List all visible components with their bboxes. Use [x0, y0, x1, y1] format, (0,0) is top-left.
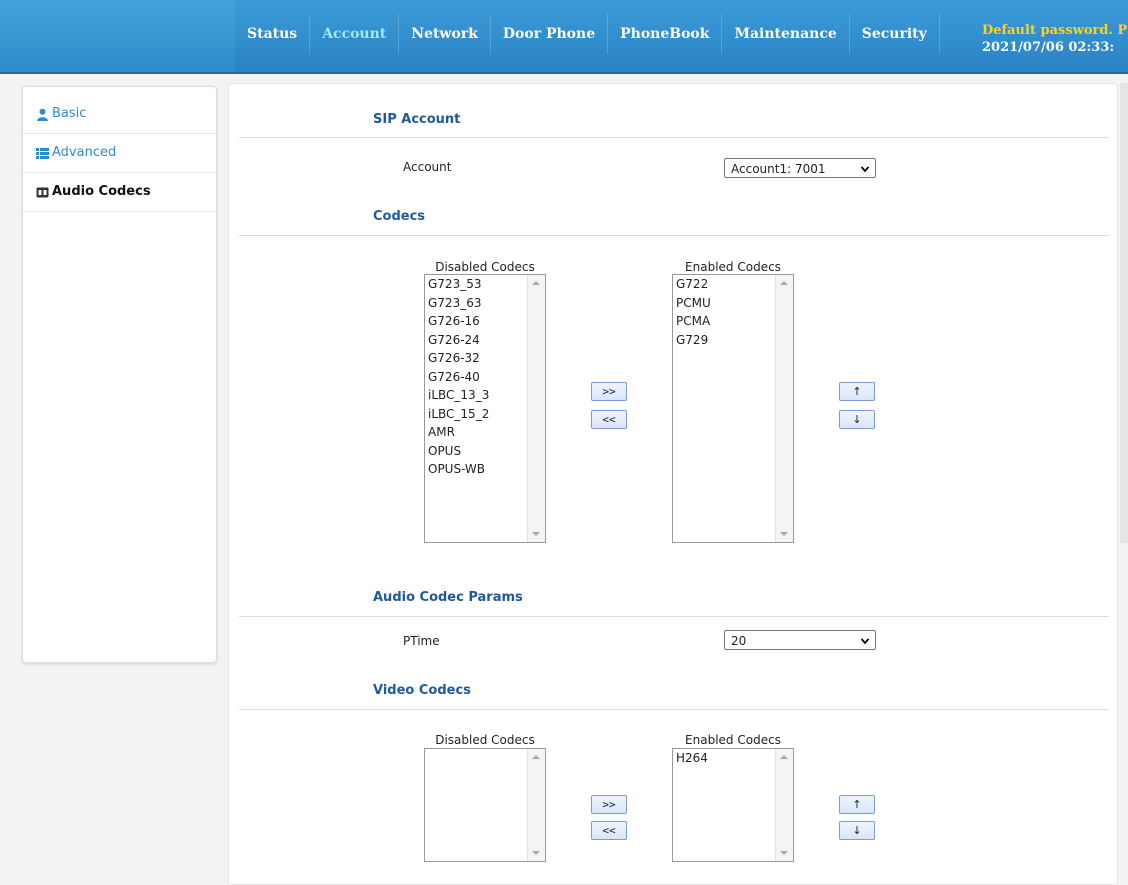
video-codecs-title: Video Codecs: [373, 683, 471, 698]
sip-account-title: SIP Account: [373, 112, 461, 127]
listbox-scrollbar[interactable]: [527, 275, 545, 542]
chevron-down-icon: [861, 638, 869, 645]
ptime-select[interactable]: 20: [724, 630, 876, 650]
video-move-up-button[interactable]: ↑: [839, 795, 875, 814]
sidebar-item-audio-codecs[interactable]: Audio Codecs: [23, 173, 216, 212]
video-disabled-codecs-list[interactable]: [424, 748, 546, 862]
divider: [239, 616, 1109, 617]
divider: [239, 235, 1109, 236]
codec-icon: [35, 185, 49, 199]
disabled-codecs-caption: Disabled Codecs: [435, 260, 535, 274]
scroll-down-icon: [780, 532, 788, 536]
disabled-codecs-list[interactable]: G723_53 G723_63 G726-16 G726-24 G726-32 G726-…: [424, 274, 546, 543]
move-down-button[interactable]: ↓: [839, 410, 875, 429]
sidebar-item-label: Basic: [52, 106, 87, 121]
sidebar-item-label: Audio Codecs: [52, 184, 151, 199]
ptime-select-value: 20: [731, 634, 747, 648]
main-panel: SIP Account Account Account1: 7001 Codec…: [228, 83, 1118, 885]
system-datetime: 2021/07/06 02:33:: [982, 40, 1115, 55]
sidebar-item-label: Advanced: [52, 145, 117, 160]
video-move-to-disabled-button[interactable]: <<: [591, 821, 627, 840]
account-select[interactable]: Account1: 7001: [724, 158, 876, 178]
listbox-scrollbar[interactable]: [775, 275, 793, 542]
nav-maintenance[interactable]: Maintenance: [722, 14, 850, 54]
video-move-down-button[interactable]: ↓: [839, 821, 875, 840]
page-scrollbar[interactable]: [1120, 83, 1128, 543]
scroll-up-icon: [532, 281, 540, 285]
nav-status[interactable]: Status: [235, 14, 311, 54]
nav-phonebook[interactable]: PhoneBook: [608, 14, 723, 54]
scroll-down-icon: [532, 532, 540, 536]
divider: [239, 137, 1109, 138]
chevron-down-icon: [861, 166, 869, 173]
nav-security[interactable]: Security: [850, 14, 940, 54]
list-icon: [35, 146, 49, 160]
ptime-label: PTime: [403, 634, 440, 648]
video-enabled-codecs-caption: Enabled Codecs: [685, 733, 781, 747]
scroll-down-icon: [780, 851, 788, 855]
move-to-disabled-button[interactable]: <<: [591, 410, 627, 429]
top-bar: Status Account Network Door Phone PhoneB…: [0, 0, 1128, 74]
logo-area: [0, 0, 235, 72]
sidebar-item-advanced[interactable]: Advanced: [23, 134, 216, 173]
codecs-title: Codecs: [373, 209, 426, 224]
enabled-codecs-caption: Enabled Codecs: [685, 260, 781, 274]
video-move-to-enabled-button[interactable]: >>: [591, 795, 627, 814]
divider: [239, 709, 1109, 710]
video-disabled-codecs-caption: Disabled Codecs: [435, 733, 535, 747]
account-label: Account: [403, 160, 452, 174]
top-status: Default password. P 2021/07/06 02:33:: [982, 22, 1128, 56]
move-to-enabled-button[interactable]: >>: [591, 382, 627, 401]
scroll-down-icon: [532, 851, 540, 855]
video-enabled-codecs-list[interactable]: H264: [672, 748, 794, 862]
sidebar: Basic Advanced Audio Codecs: [22, 86, 217, 663]
audio-codec-params-title: Audio Codec Params: [373, 590, 523, 605]
listbox-scrollbar[interactable]: [775, 749, 793, 861]
account-select-value: Account1: 7001: [731, 162, 826, 176]
nav-network[interactable]: Network: [399, 14, 491, 54]
default-password-warning[interactable]: Default password. P: [982, 22, 1128, 39]
main-nav: Status Account Network Door Phone PhoneB…: [235, 14, 940, 54]
user-icon: [35, 107, 49, 121]
listbox-scrollbar[interactable]: [527, 749, 545, 861]
nav-door-phone[interactable]: Door Phone: [491, 14, 609, 54]
scroll-up-icon: [780, 281, 788, 285]
enabled-codecs-list[interactable]: G722 PCMU PCMA G729: [672, 274, 794, 543]
move-up-button[interactable]: ↑: [839, 382, 875, 401]
nav-account[interactable]: Account: [310, 14, 400, 54]
sidebar-item-basic[interactable]: Basic: [23, 95, 216, 134]
scroll-up-icon: [780, 755, 788, 759]
scroll-up-icon: [532, 755, 540, 759]
